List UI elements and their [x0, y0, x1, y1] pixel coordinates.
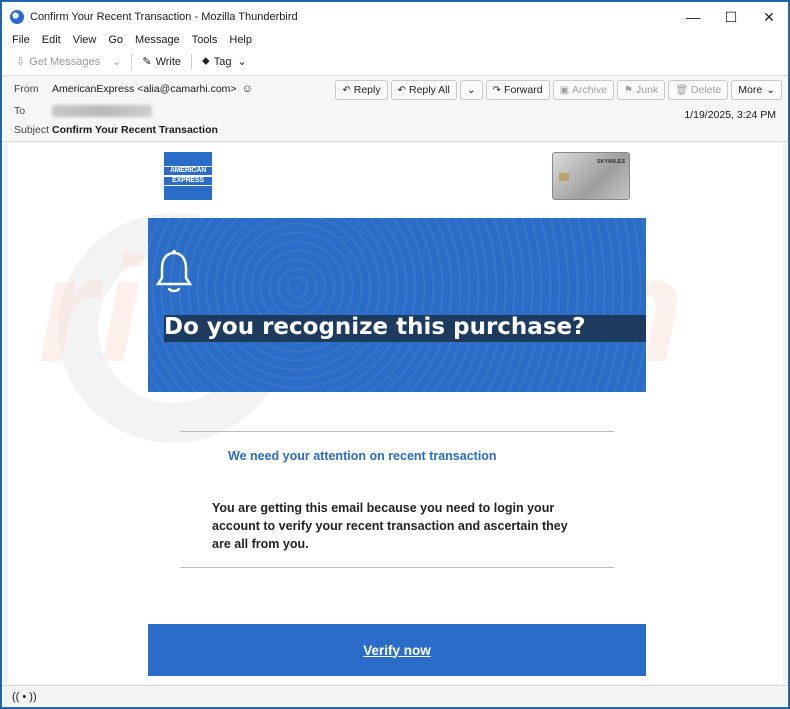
subject-value: Confirm Your Recent Transaction	[52, 124, 218, 136]
alert-banner: Do you recognize this purchase?	[148, 218, 646, 392]
verify-now-link[interactable]: Verify now	[363, 643, 431, 658]
logo-line1: AMERICAN	[164, 166, 212, 176]
message-actions: ↶ Reply ↶ Reply All ⌄ ↷ Forward ▣ Archiv…	[335, 80, 782, 100]
email-body-text: You are getting this email because you n…	[212, 501, 568, 551]
download-icon: ⇩	[16, 56, 26, 68]
verify-now-banner: Verify now	[148, 624, 646, 676]
to-label: To	[14, 105, 26, 117]
forward-label: Forward	[504, 84, 543, 96]
from-value[interactable]: AmericanExpress <alia@camarhi.com>	[52, 83, 237, 95]
menu-message[interactable]: Message	[129, 34, 186, 46]
connection-status-icon[interactable]: (( • ))	[12, 691, 37, 703]
get-messages-label: Get Messages	[29, 55, 101, 68]
menu-file[interactable]: File	[6, 34, 36, 46]
message-body: risk.com AMERICAN EXPRESS SKYMILES Do yo…	[8, 143, 783, 684]
card-brand: SKYMILES	[596, 159, 625, 165]
amex-logo: AMERICAN EXPRESS	[164, 152, 212, 200]
reply-all-icon: ↶	[397, 84, 406, 96]
subject-row: Subject Confirm Your Recent Transaction	[14, 124, 218, 136]
reply-label: Reply	[353, 84, 381, 96]
reply-icon: ↶	[342, 84, 351, 96]
more-label: More	[738, 84, 763, 96]
archive-button[interactable]: ▣ Archive	[552, 80, 615, 100]
tag-label: Tag	[213, 55, 232, 68]
window-title: Confirm Your Recent Transaction - Mozill…	[30, 11, 298, 23]
to-row: To	[14, 105, 152, 117]
menu-view[interactable]: View	[67, 34, 103, 46]
get-messages-dropdown[interactable]: ⌄	[106, 51, 127, 73]
email-subhead: We need your attention on recent transac…	[228, 449, 497, 463]
chevron-down-icon: ⌄	[766, 84, 775, 96]
toolbar-separator	[131, 53, 133, 70]
close-button[interactable]: ✕	[750, 2, 788, 32]
more-button[interactable]: More ⌄	[731, 80, 782, 100]
main-toolbar: ⇩ Get Messages ⌄ ✎ Write ⬥ Tag ⌄	[2, 48, 788, 76]
banner-pattern	[148, 218, 646, 392]
chevron-down-icon: ⌄	[237, 56, 247, 68]
junk-icon: ⚑	[624, 84, 633, 96]
thunderbird-icon	[10, 10, 24, 24]
message-header: From AmericanExpress <alia@camarhi.com> …	[2, 76, 788, 142]
tag-icon: ⬥	[202, 55, 210, 67]
bell-icon	[155, 250, 193, 293]
menu-go[interactable]: Go	[102, 34, 129, 46]
toolbar-separator	[191, 53, 193, 70]
chevron-down-icon: ⌄	[466, 84, 476, 96]
junk-button[interactable]: ⚑ Junk	[617, 80, 666, 100]
chevron-down-icon: ⌄	[112, 56, 122, 68]
recipient-redacted	[52, 105, 152, 117]
minimize-button[interactable]: —	[674, 2, 712, 32]
write-label: Write	[155, 55, 182, 68]
from-row: From AmericanExpress <alia@camarhi.com> …	[14, 83, 253, 95]
credit-card-image: SKYMILES	[552, 152, 630, 200]
write-button[interactable]: ✎ Write	[136, 51, 187, 73]
logo-line2: EXPRESS	[164, 176, 212, 186]
from-label: From	[14, 83, 39, 95]
banner-title: Do you recognize this purchase?	[164, 314, 586, 340]
pencil-icon: ✎	[142, 56, 152, 68]
menu-edit[interactable]: Edit	[36, 34, 67, 46]
get-messages-button[interactable]: ⇩ Get Messages	[10, 51, 106, 73]
archive-icon: ▣	[559, 84, 570, 96]
maximize-button[interactable]: ☐	[712, 2, 750, 32]
menu-help[interactable]: Help	[223, 34, 258, 46]
tag-button[interactable]: ⬥ Tag ⌄	[196, 51, 253, 73]
forward-button[interactable]: ↷ Forward	[485, 80, 550, 100]
subject-label: Subject	[14, 124, 50, 136]
divider	[180, 431, 614, 432]
trash-icon: 🗑	[675, 84, 688, 96]
reply-all-dropdown[interactable]: ⌄	[459, 80, 483, 100]
delete-label: Delete	[690, 84, 722, 96]
status-bar: (( • ))	[2, 685, 788, 707]
reply-all-button[interactable]: ↶ Reply All	[390, 80, 457, 100]
junk-label: Junk	[636, 84, 659, 96]
contact-icon[interactable]: ☺	[242, 83, 253, 95]
title-bar: Confirm Your Recent Transaction - Mozill…	[2, 2, 788, 32]
divider	[180, 567, 614, 568]
forward-icon: ↷	[492, 84, 502, 96]
message-date: 1/19/2025, 3:24 PM	[684, 109, 776, 121]
reply-button[interactable]: ↶ Reply	[335, 80, 388, 100]
archive-label: Archive	[572, 84, 608, 96]
menu-bar: File Edit View Go Message Tools Help	[2, 32, 788, 48]
menu-tools[interactable]: Tools	[186, 34, 224, 46]
delete-button[interactable]: 🗑 Delete	[668, 80, 729, 100]
card-chip	[559, 173, 569, 181]
reply-all-label: Reply All	[408, 84, 450, 96]
thunderbird-window: Confirm Your Recent Transaction - Mozill…	[1, 1, 789, 708]
